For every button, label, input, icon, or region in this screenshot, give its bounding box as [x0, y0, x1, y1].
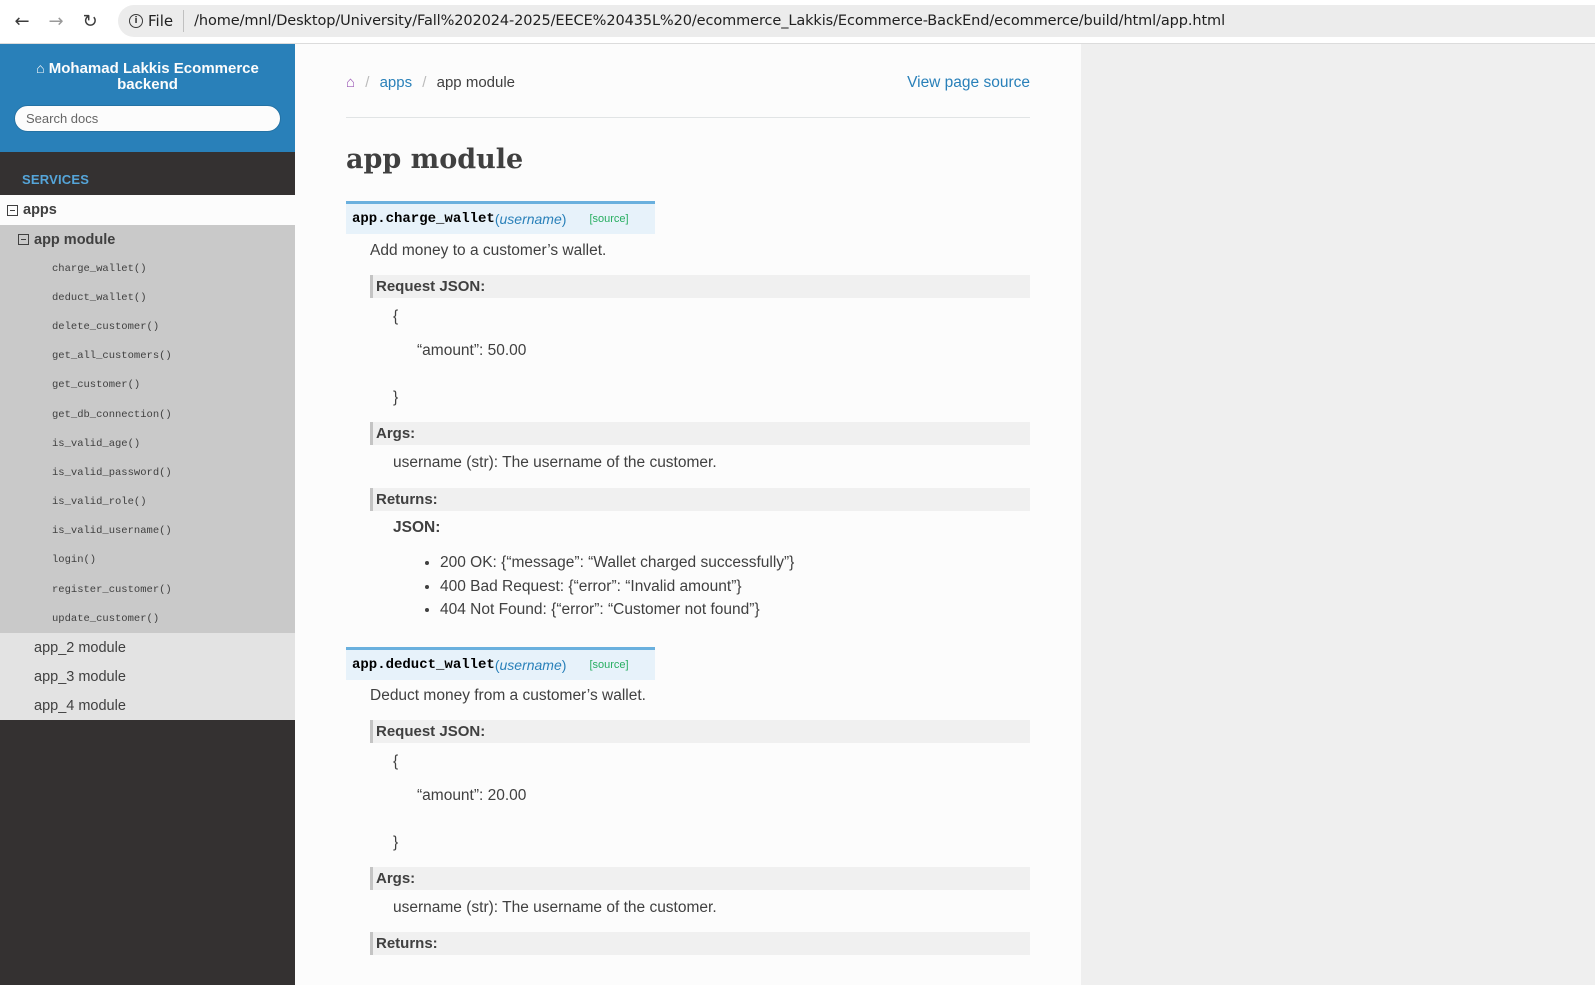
sidebar: ⌂ Mohamad Lakkis Ecommerce backend Servi… — [0, 44, 295, 985]
sidebar-caption: Services — [0, 152, 295, 195]
back-icon[interactable]: ← — [10, 10, 34, 34]
breadcrumb-apps-link[interactable]: apps — [380, 74, 413, 91]
sidebar-header: ⌂ Mohamad Lakkis Ecommerce backend — [0, 44, 295, 152]
field-label-returns: Returns: — [370, 932, 1030, 955]
json-brace-close: } — [393, 389, 399, 406]
function-name: app.charge_wallet — [352, 211, 495, 227]
source-link[interactable]: [source] — [589, 213, 628, 225]
function-param: username — [499, 657, 562, 673]
address-bar[interactable]: i File /home/mnl/Desktop/University/Fall… — [118, 5, 1595, 37]
sidebar-function-link[interactable]: delete_customer() — [0, 312, 295, 341]
field-label-args: Args: — [370, 867, 1030, 890]
collapse-icon[interactable] — [7, 204, 18, 216]
sidebar-item-app-3-module[interactable]: app_3 module — [0, 662, 295, 691]
project-name: Mohamad Lakkis Ecommerce backend — [48, 60, 259, 93]
sidebar-item-app-module[interactable]: app module — [0, 225, 295, 254]
home-icon[interactable]: ⌂ — [346, 74, 355, 91]
breadcrumb-current: app module — [436, 74, 516, 91]
sidebar-function-link[interactable]: get_customer() — [0, 371, 295, 400]
sidebar-current-section: app module charge_wallet() deduct_wallet… — [0, 225, 295, 634]
main-content: ⌂ / apps / app module View page source a… — [295, 44, 1081, 985]
function-signature: app.deduct_wallet(username) [source] — [346, 647, 655, 680]
sidebar-item-apps[interactable]: apps — [0, 195, 295, 225]
browser-toolbar: ← → ↻ i File /home/mnl/Desktop/Universit… — [0, 0, 1595, 44]
search-input[interactable] — [14, 105, 281, 132]
project-home-link[interactable]: ⌂ Mohamad Lakkis Ecommerce backend — [18, 60, 278, 93]
divider — [183, 10, 185, 32]
returns-json-label: JSON: — [393, 519, 441, 536]
list-item: 400 Bad Request: {“error”: “Invalid amou… — [440, 578, 794, 602]
sidebar-function-link[interactable]: is_valid_username() — [0, 517, 295, 546]
json-brace-close: } — [393, 834, 399, 851]
reload-icon[interactable]: ↻ — [78, 10, 102, 34]
sidebar-function-link[interactable]: is_valid_password() — [0, 458, 295, 487]
sidebar-item-label: apps — [23, 202, 57, 218]
field-label-returns: Returns: — [370, 488, 1030, 511]
sidebar-item-app-2-module[interactable]: app_2 module — [0, 633, 295, 662]
args-text: username (str): The username of the cust… — [393, 454, 717, 471]
url-text[interactable]: /home/mnl/Desktop/University/Fall%202024… — [194, 13, 1225, 29]
file-label: File — [148, 12, 174, 30]
sidebar-function-link[interactable]: update_customer() — [0, 604, 295, 633]
breadcrumb-separator: / — [422, 74, 427, 91]
function-signature: app.charge_wallet(username) [source] — [346, 201, 655, 234]
caption-text: Services — [22, 172, 90, 187]
info-icon[interactable]: i — [129, 14, 143, 28]
function-description: Deduct money from a customer’s wallet. — [370, 687, 646, 704]
signature-paren: ) — [561, 657, 567, 673]
json-brace-open: { — [393, 753, 399, 770]
sidebar-function-link[interactable]: register_customer() — [0, 575, 295, 604]
list-item: 200 OK: {“message”: “Wallet charged succ… — [440, 554, 794, 578]
field-label-request: Request JSON: — [370, 275, 1030, 298]
breadcrumb: ⌂ / apps / app module View page source — [346, 74, 1030, 94]
sidebar-function-link[interactable]: is_valid_role() — [0, 488, 295, 517]
sidebar-function-link[interactable]: get_all_customers() — [0, 342, 295, 371]
home-icon: ⌂ — [36, 60, 45, 76]
sidebar-function-link[interactable]: get_db_connection() — [0, 400, 295, 429]
function-description: Add money to a customer’s wallet. — [370, 242, 607, 259]
json-body: “amount”: 50.00 — [417, 342, 527, 359]
divider — [346, 117, 1030, 118]
sidebar-item-app-4-module[interactable]: app_4 module — [0, 691, 295, 720]
function-name: app.deduct_wallet — [352, 657, 495, 673]
sidebar-function-link[interactable]: is_valid_age() — [0, 429, 295, 458]
sidebar-item-label: app module — [34, 231, 116, 248]
breadcrumb-separator: / — [365, 74, 370, 91]
field-label-args: Args: — [370, 422, 1030, 445]
sidebar-function-link[interactable]: charge_wallet() — [0, 254, 295, 283]
sidebar-function-link[interactable]: login() — [0, 546, 295, 575]
view-page-source-link[interactable]: View page source — [907, 74, 1030, 92]
signature-paren: ) — [561, 211, 567, 227]
collapse-icon[interactable] — [18, 234, 29, 245]
sidebar-function-link[interactable]: deduct_wallet() — [0, 283, 295, 312]
forward-icon[interactable]: → — [44, 10, 68, 34]
source-link[interactable]: [source] — [589, 659, 628, 671]
page-margin — [1081, 44, 1595, 985]
json-brace-open: { — [393, 308, 399, 325]
field-label-request: Request JSON: — [370, 720, 1030, 743]
args-text: username (str): The username of the cust… — [393, 899, 717, 916]
sidebar-other-modules: app_2 module app_3 module app_4 module — [0, 633, 295, 721]
page-title: app module — [346, 144, 524, 175]
function-param: username — [499, 211, 562, 227]
returns-list: 200 OK: {“message”: “Wallet charged succ… — [440, 554, 794, 625]
json-body: “amount”: 20.00 — [417, 787, 527, 804]
list-item: 404 Not Found: {“error”: “Customer not f… — [440, 601, 794, 625]
